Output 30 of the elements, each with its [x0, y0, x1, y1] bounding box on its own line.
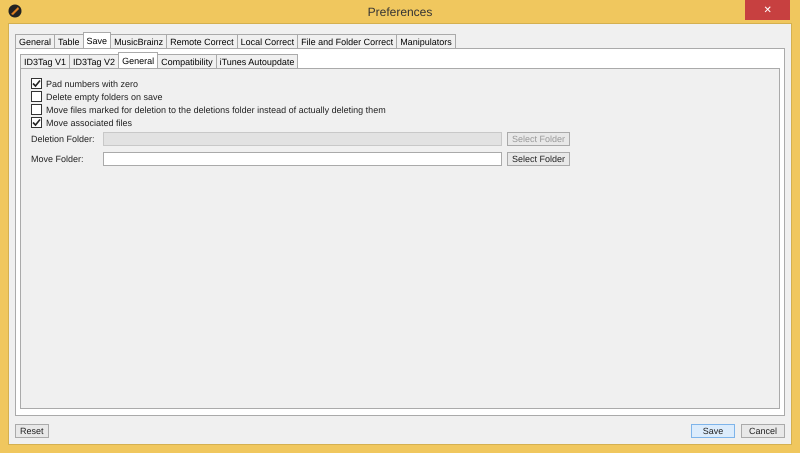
save-button[interactable]: Save [691, 424, 735, 438]
cancel-button[interactable]: Cancel [741, 424, 785, 438]
tab[interactable]: MusicBrainz [110, 34, 168, 48]
field-label: Move Folder: [31, 154, 85, 164]
checkbox[interactable] [31, 104, 42, 115]
tab[interactable]: Manipulators [396, 34, 456, 48]
tab[interactable]: General [15, 34, 56, 48]
checkbox[interactable] [31, 117, 42, 128]
input-field[interactable] [103, 152, 502, 166]
checkbox-label: Pad numbers with zero [46, 78, 138, 88]
field-label: Deletion Folder: [31, 134, 96, 144]
tab[interactable]: Save [82, 32, 112, 48]
select-folder-button[interactable]: Select Folder [507, 152, 570, 166]
tab[interactable]: ID3Tag V1 [20, 54, 70, 68]
tab[interactable]: File and Folder Correct [297, 34, 398, 48]
checkbox[interactable] [31, 91, 42, 102]
window-title: Preferences [368, 4, 432, 18]
tab[interactable]: Compatibility [157, 54, 217, 68]
checkbox[interactable] [31, 78, 42, 89]
checkbox-label: Move files marked for deletion to the deletions folder instead of actually deleting them [46, 104, 386, 114]
tab[interactable]: Table [54, 34, 84, 48]
tab[interactable]: iTunes Autoupdate [216, 54, 298, 68]
reset-button[interactable]: Reset [15, 424, 49, 438]
app-icon [8, 4, 22, 18]
tab[interactable]: Remote Correct [166, 34, 238, 48]
tab[interactable]: Local Correct [236, 34, 298, 48]
checkbox-label: Delete empty folders on save [46, 92, 163, 102]
close-button[interactable]: ✕ [745, 0, 790, 20]
tab[interactable]: ID3Tag V2 [69, 54, 120, 68]
checkbox-label: Move associated files [46, 118, 132, 128]
